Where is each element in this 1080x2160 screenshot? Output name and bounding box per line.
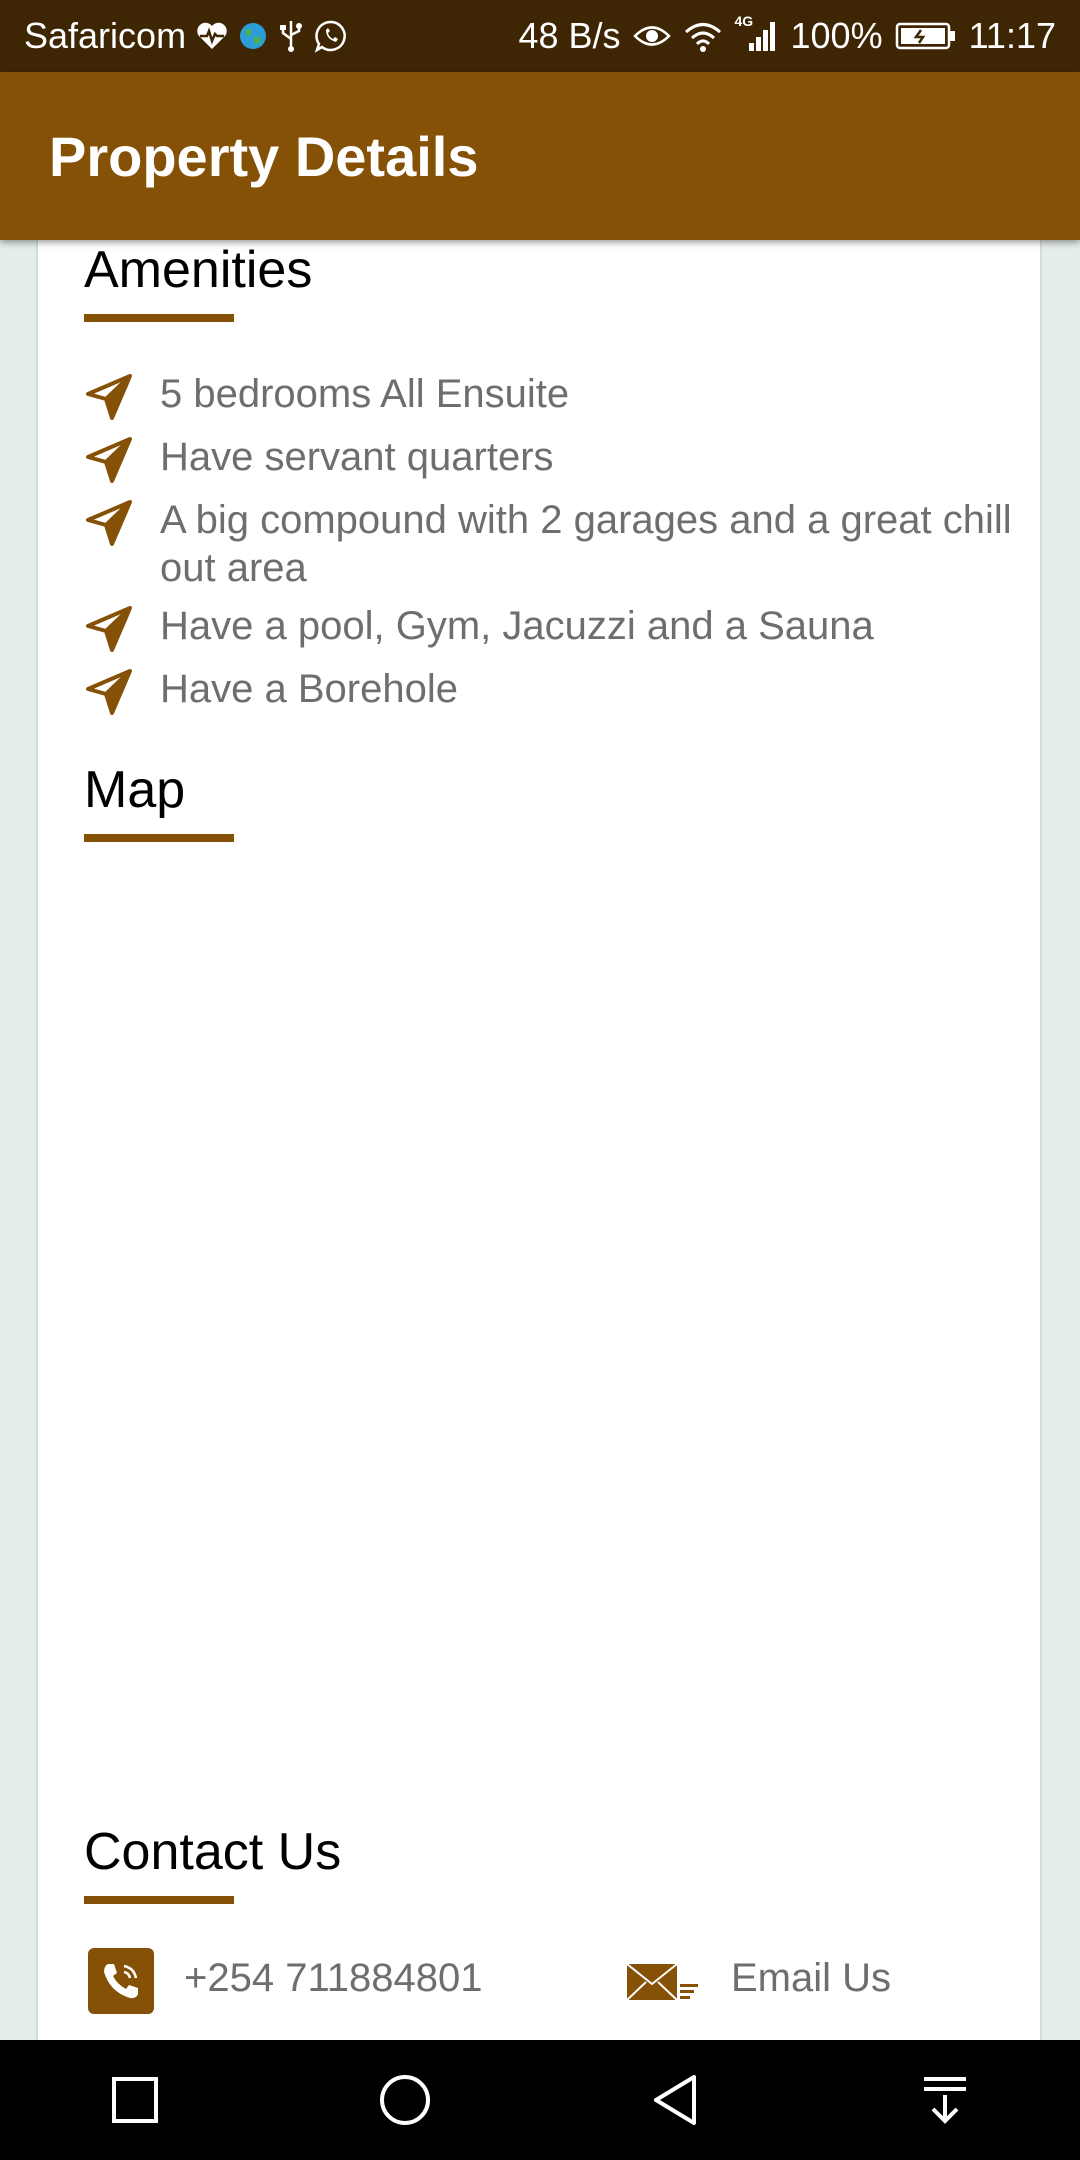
navigation-arrow-icon (86, 437, 132, 483)
navigation-arrow-icon (86, 669, 132, 715)
envelope-icon[interactable] (626, 1962, 700, 2006)
status-bar: Safaricom 48 B/s 4G 100% 11:17 (0, 0, 1080, 72)
email-us-link[interactable]: Email Us (731, 1956, 891, 2001)
navigation-arrow-icon (86, 606, 132, 652)
circle-icon (380, 2075, 430, 2125)
clock-label: 11:17 (968, 15, 1056, 56)
amenity-label: A big compound with 2 garages and a grea… (160, 498, 1012, 590)
heart-rate-icon (196, 21, 228, 51)
navigation-arrow-icon (86, 500, 132, 546)
contact-row: +254 711884801 Email Us (84, 1948, 1014, 2018)
usb-icon (278, 19, 304, 53)
notifications-pull-down-button[interactable] (865, 2040, 1025, 2160)
eye-icon (632, 21, 671, 51)
phone-call-icon[interactable] (88, 1948, 154, 2014)
contact-heading-underline (84, 1896, 234, 1904)
amenity-label: Have servant quarters (160, 435, 554, 479)
square-icon (112, 2077, 158, 2123)
amenities-heading-underline (84, 314, 234, 322)
amenity-item: Have a pool, Gym, Jacuzzi and a Sauna (84, 602, 1014, 654)
amenity-item: A big compound with 2 garages and a grea… (84, 496, 1014, 592)
cellular-signal-icon: 4G (735, 13, 779, 53)
triangle-back-icon (654, 2075, 696, 2125)
wifi-icon (683, 19, 723, 53)
battery-charging-icon (895, 21, 957, 51)
amenity-item: Have servant quarters (84, 433, 1014, 485)
network-type-label: 4G (734, 13, 754, 29)
amenities-heading: Amenities (84, 241, 313, 299)
amenity-item: Have a Borehole (84, 665, 1014, 717)
amenity-label: Have a Borehole (160, 667, 458, 711)
back-button[interactable] (595, 2040, 755, 2160)
navigation-arrow-icon (86, 374, 132, 420)
map-heading-underline (84, 834, 234, 842)
system-navigation-bar (0, 2040, 1080, 2160)
net-speed-label: 48 B/s (518, 15, 621, 56)
whatsapp-icon (314, 19, 348, 53)
page-title: Property Details (49, 124, 479, 188)
phone-number-link[interactable]: +254 711884801 (184, 1956, 482, 2001)
battery-percent-label: 100% (790, 15, 883, 56)
home-button[interactable] (325, 2040, 485, 2160)
globe-icon (238, 21, 268, 51)
app-bar: Property Details (0, 72, 1080, 240)
pull-down-icon (924, 2077, 966, 2124)
contact-heading: Contact Us (84, 1823, 342, 1881)
recents-button[interactable] (55, 2040, 215, 2160)
map-view[interactable] (84, 860, 994, 1780)
amenity-label: 5 bedrooms All Ensuite (160, 372, 570, 416)
property-details-card: Amenities 5 bedrooms All Ensuite Have se… (38, 240, 1040, 2040)
amenity-label: Have a pool, Gym, Jacuzzi and a Sauna (160, 604, 874, 648)
map-heading: Map (84, 761, 186, 819)
amenity-item: 5 bedrooms All Ensuite (84, 370, 1014, 422)
carrier-label: Safaricom (24, 15, 187, 56)
